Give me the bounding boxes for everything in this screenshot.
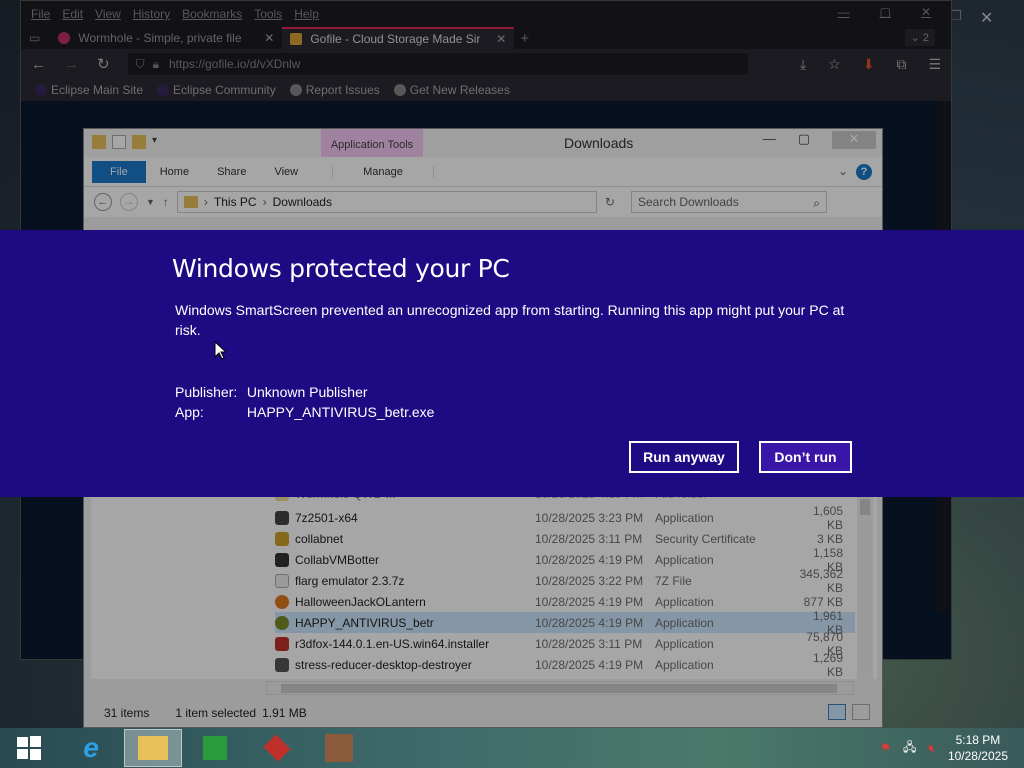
taskbar-store[interactable] [186, 729, 244, 767]
r3dfox-icon [263, 734, 291, 762]
mouse-cursor-icon [214, 341, 226, 360]
app-label: App: [175, 404, 204, 420]
run-anyway-button[interactable]: Run anyway [629, 441, 739, 473]
publisher-label: Publisher: [175, 384, 238, 400]
clock-date: 10/28/2025 [947, 749, 1008, 763]
dont-run-button[interactable]: Don’t run [759, 441, 852, 473]
file-explorer-icon [138, 736, 168, 760]
volume-muted-icon[interactable]: 🔇︎ [928, 741, 936, 756]
taskbar-app[interactable] [310, 729, 368, 767]
system-tray: ⚑ 🖧︎ 🔇︎ 5:18 PM 10/28/2025 [880, 728, 1024, 768]
windows-logo-icon [17, 736, 41, 760]
dialog-message: Windows SmartScreen prevented an unrecog… [175, 302, 845, 338]
store-icon [203, 736, 227, 760]
taskbar: e ⚑ 🖧︎ 🔇︎ 5:18 PM 10/28/2025 [0, 728, 1024, 768]
start-button[interactable] [0, 729, 58, 767]
taskbar-internet-explorer[interactable]: e [62, 729, 120, 767]
publisher-row: Publisher: Unknown Publisher [175, 384, 368, 400]
action-center-flag-icon[interactable]: ⚑ [880, 741, 891, 755]
taskbar-file-explorer[interactable] [124, 729, 182, 767]
smartscreen-dialog: Windows protected your PC Windows SmartS… [0, 230, 1024, 497]
dialog-title: Windows protected your PC [172, 254, 510, 283]
publisher-value: Unknown Publisher [246, 384, 368, 400]
app-row: App: HAPPY_ANTIVIRUS_betr.exe [175, 404, 434, 420]
taskbar-r3dfox[interactable] [248, 729, 306, 767]
internet-explorer-icon: e [83, 732, 99, 763]
clock-time: 5:18 PM [955, 733, 1001, 747]
network-icon[interactable]: 🖧︎ [903, 738, 916, 759]
clock[interactable]: 5:18 PM 10/28/2025 [948, 732, 1008, 764]
app-value: HAPPY_ANTIVIRUS_betr.exe [246, 404, 435, 420]
app-icon [325, 734, 353, 762]
